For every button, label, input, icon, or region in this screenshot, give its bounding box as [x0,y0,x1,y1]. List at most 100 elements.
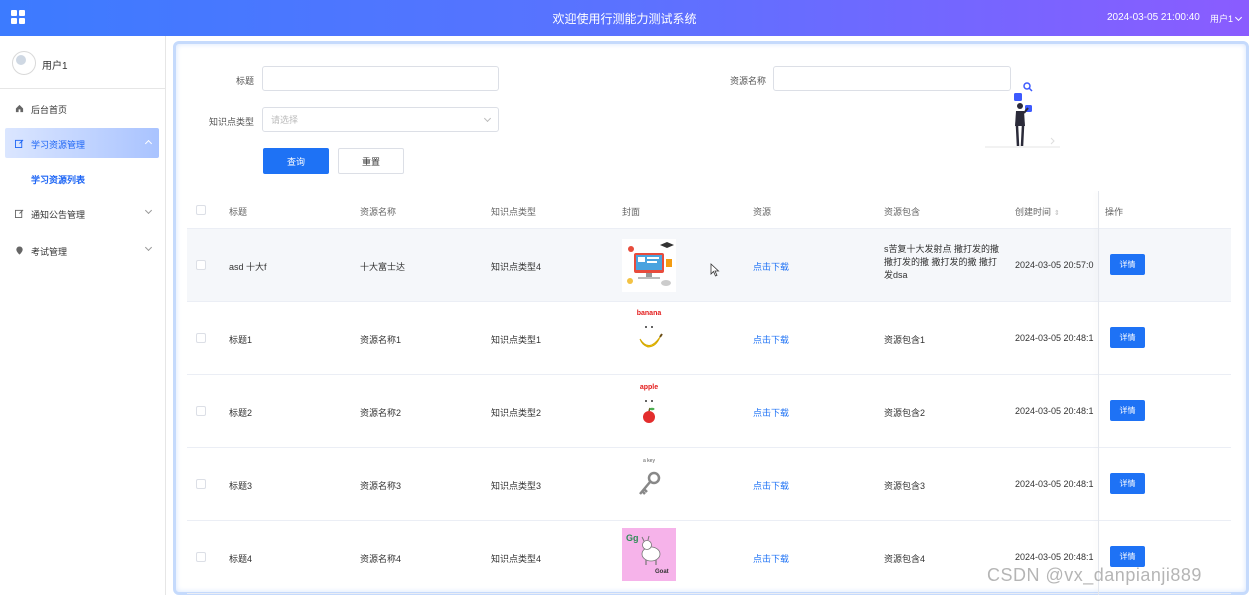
edit-icon [15,139,24,148]
row-created-time: 2024-03-05 20:48:1 [1015,552,1094,562]
resource-name-label: 资源名称 [729,76,766,86]
goat-image: Gg Goat [622,528,676,581]
download-link[interactable]: 点击下载 [753,552,789,565]
row-contains: 资源包含1 [884,335,926,345]
chevron-up-icon [144,139,153,148]
detail-button[interactable]: 详情 [1110,473,1145,494]
table-row: 标题3 资源名称3 知识点类型3 a key 点击下载 资源包含3 2024-0… [187,448,1231,521]
column-header: 标题 [229,207,248,217]
key-icon [639,471,661,495]
title-label: 标题 [235,76,254,86]
row-title: 标题1 [229,335,253,345]
detail-button[interactable]: 详情 [1110,546,1145,567]
select-all-checkbox[interactable] [196,205,206,215]
row-title: 标题2 [229,408,253,418]
download-link[interactable]: 点击下载 [753,406,789,419]
detail-button[interactable]: 详情 [1110,400,1145,421]
sidebar-user: 用户1 [0,36,165,89]
apple-word: apple [639,384,659,391]
key-image: a key [622,458,676,511]
row-title: 标题3 [229,481,253,491]
watermark-text: CSDN @vx_danpianji889 [987,565,1202,585]
column-header-created-time[interactable]: 创建时间 ⇕ [1015,205,1060,218]
sort-icon[interactable]: ⇕ [1054,209,1060,217]
chevron-down-icon [144,243,153,252]
row-resource-name: 资源名称1 [360,335,402,345]
banana-icon [639,326,663,348]
detail-button[interactable]: 详情 [1110,254,1145,275]
download-link[interactable]: 点击下载 [753,260,789,273]
row-resource-name: 资源名称2 [360,408,402,418]
banana-word: banana [636,310,662,317]
page-title: 欢迎使用行测能力测试系统 [552,12,697,26]
table-header: 标题 资源名称 知识点类型 封面 资源 资源包含 创建时间 ⇕ 操作 [187,191,1231,229]
computer-classroom-image [622,239,676,292]
sidebar-item-label: 考试管理 [31,247,68,257]
row-checkbox[interactable] [196,552,206,562]
user-menu-label: 用户1 [1210,14,1234,24]
row-created-time: 2024-03-05 20:48:1 [1015,406,1094,416]
download-link[interactable]: 点击下载 [753,479,789,492]
person-search-illustration-icon [985,82,1060,148]
sidebar-item-exams[interactable]: 考试管理 [5,235,159,265]
column-header: 资源 [753,207,772,217]
row-contains: 资源包含3 [884,481,926,491]
row-title: asd 十大f [229,262,267,272]
cursor-icon [710,263,720,277]
edit-icon [15,209,24,218]
location-icon [16,246,23,255]
download-link[interactable]: 点击下载 [753,333,789,346]
user-menu[interactable]: 用户1 [1210,12,1243,25]
column-header: 资源包含 [884,207,921,217]
sidebar-subitem-resource-list[interactable]: 学习资源列表 [31,173,85,186]
row-checkbox[interactable] [196,406,206,416]
avatar[interactable] [12,51,36,75]
sidebar-item-resources[interactable]: 学习资源管理 [5,128,159,158]
row-checkbox[interactable] [196,333,206,343]
resource-name-input[interactable] [773,66,1011,91]
chevron-down-icon [1234,13,1243,22]
sidebar-item-label: 后台首页 [31,105,68,115]
column-header: 资源名称 [360,207,397,217]
resource-table: 标题 资源名称 知识点类型 封面 资源 资源包含 创建时间 ⇕ 操作 asd 十大… [187,191,1231,595]
column-header: 知识点类型 [491,207,537,217]
banana-image: banana [622,310,676,363]
row-resource-name: 资源名称4 [360,554,402,564]
row-contains: 资源包含2 [884,408,926,418]
chevron-down-icon [144,206,153,215]
knowledge-type-select[interactable] [262,107,499,132]
table-row: 标题1 资源名称1 知识点类型1 banana 点击下载 资源包含1 2024-… [187,302,1231,375]
row-checkbox[interactable] [196,260,206,270]
row-knowledge-type: 知识点类型4 [491,554,542,564]
reset-button[interactable]: 重置 [338,148,404,174]
sidebar: 用户1 后台首页 学习资源管理 学习资源列表 通知公告管理 考试管理 [0,36,166,595]
header-datetime: 2024-03-05 21:00:40 [1107,12,1200,23]
sidebar-item-label: 学习资源管理 [31,140,86,150]
row-created-time: 2024-03-05 20:48:1 [1015,333,1094,343]
row-knowledge-type: 知识点类型1 [491,335,542,345]
column-header-label: 创建时间 [1015,207,1052,217]
row-created-time: 2024-03-05 20:48:1 [1015,479,1094,489]
table-row: asd 十大f 十大富士达 知识点类型4 点击下载 s苦复十大发射点 撒打发的撒… [187,229,1231,302]
row-created-time: 2024-03-05 20:57:0 [1015,260,1094,270]
home-icon [15,104,24,113]
top-header: 欢迎使用行测能力测试系统 2024-03-05 21:00:40 用户1 [0,0,1249,36]
sidebar-item-label: 通知公告管理 [31,210,86,220]
goat-icon [641,536,661,565]
apple-icon [643,400,655,423]
sidebar-item-notices[interactable]: 通知公告管理 [5,198,159,228]
apple-image: apple [622,384,676,437]
column-header: 操作 [1105,207,1124,217]
row-knowledge-type: 知识点类型3 [491,481,542,491]
knowledge-type-label: 知识点类型 [208,117,254,127]
row-checkbox[interactable] [196,479,206,489]
row-resource-name: 十大富士达 [360,262,406,272]
table-row: 标题2 资源名称2 知识点类型2 apple 点击下载 资源包含2 2024-0… [187,375,1231,448]
column-header: 封面 [622,207,641,217]
title-input[interactable] [262,66,499,91]
row-contains: s苦复十大发射点 撒打发的撒 撒打发的撒 撒打发的撒 撒打发dsa [884,244,1000,280]
query-button[interactable]: 查询 [263,148,329,174]
detail-button[interactable]: 详情 [1110,327,1145,348]
sidebar-item-home[interactable]: 后台首页 [5,93,159,123]
row-contains: 资源包含4 [884,554,926,564]
